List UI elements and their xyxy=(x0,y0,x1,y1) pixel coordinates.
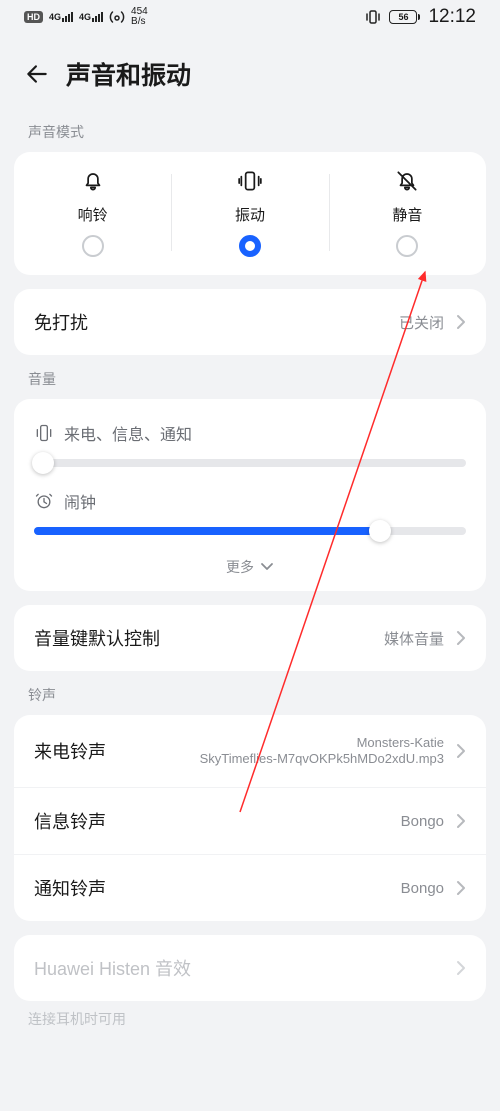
volume-more[interactable]: 更多 xyxy=(14,549,486,591)
chevron-right-icon xyxy=(456,960,466,976)
section-label-mode: 声音模式 xyxy=(0,108,500,152)
row-volkey[interactable]: 音量键默认控制 媒体音量 xyxy=(14,605,486,671)
message-value: Bongo xyxy=(401,813,444,830)
chevron-right-icon xyxy=(456,314,466,330)
ringtone-card: 来电铃声 Monsters-Katie SkyTimeflies-M7qvOKP… xyxy=(14,715,486,921)
message-label: 信息铃声 xyxy=(34,808,389,834)
page-header: 声音和振动 xyxy=(0,34,500,108)
vibrate-icon xyxy=(237,168,263,194)
chevron-down-icon xyxy=(260,562,274,572)
incoming-value: Monsters-Katie SkyTimeflies-M7qvOKPk5hMD… xyxy=(200,735,444,767)
sound-mode-card: 响铃 振动 静音 xyxy=(14,152,486,275)
radio-unselected xyxy=(396,235,418,257)
chevron-right-icon xyxy=(456,743,466,759)
volkey-label: 音量键默认控制 xyxy=(34,625,372,651)
row-incoming-ringtone[interactable]: 来电铃声 Monsters-Katie SkyTimeflies-M7qvOKP… xyxy=(14,715,486,787)
bell-off-icon xyxy=(394,168,420,194)
battery-icon: 56 xyxy=(389,10,420,24)
headphone-hint: 连接耳机时可用 xyxy=(0,1001,500,1039)
chevron-right-icon xyxy=(456,630,466,646)
notify-value: Bongo xyxy=(401,880,444,897)
radio-unselected xyxy=(82,235,104,257)
dnd-card: 免打扰 已关闭 xyxy=(14,289,486,355)
radio-selected xyxy=(239,235,261,257)
mode-vibrate-label: 振动 xyxy=(235,204,265,225)
mode-silent[interactable]: 静音 xyxy=(329,168,486,257)
alarm-icon xyxy=(34,491,54,511)
row-dnd[interactable]: 免打扰 已关闭 xyxy=(14,289,486,355)
row-message-ringtone[interactable]: 信息铃声 Bongo xyxy=(14,787,486,854)
page-title: 声音和振动 xyxy=(66,56,191,92)
section-label-ringtone: 铃声 xyxy=(0,671,500,715)
status-bar: HD 4G 4G 454 B/s 56 12:12 xyxy=(0,0,500,34)
vibrate-status-icon xyxy=(365,9,381,25)
bell-icon xyxy=(80,168,106,194)
hotspot-icon xyxy=(109,10,125,24)
mode-ring[interactable]: 响铃 xyxy=(14,168,171,257)
volume-calls-header: 来电、信息、通知 xyxy=(34,421,466,445)
notify-label: 通知铃声 xyxy=(34,875,389,901)
back-button[interactable] xyxy=(24,61,50,87)
histen-label: Huawei Histen 音效 xyxy=(34,955,444,981)
volume-alarm-header: 闹钟 xyxy=(34,489,466,513)
volkey-value: 媒体音量 xyxy=(384,628,444,649)
slider-alarm[interactable] xyxy=(34,527,466,535)
sim1-icon: 4G xyxy=(49,12,73,22)
phone-vibrate-icon xyxy=(34,423,54,443)
hd-badge: HD xyxy=(24,11,43,23)
volume-card: 来电、信息、通知 闹钟 更多 xyxy=(14,399,486,591)
net-speed: 454 B/s xyxy=(131,7,148,27)
dnd-label: 免打扰 xyxy=(34,309,387,335)
clock: 12:12 xyxy=(428,6,476,28)
histen-card: Huawei Histen 音效 xyxy=(14,935,486,1001)
row-histen: Huawei Histen 音效 xyxy=(14,935,486,1001)
row-notify-ringtone[interactable]: 通知铃声 Bongo xyxy=(14,854,486,921)
slider-calls[interactable] xyxy=(34,459,466,467)
mode-vibrate[interactable]: 振动 xyxy=(171,168,328,257)
chevron-right-icon xyxy=(456,813,466,829)
sim2-icon: 4G xyxy=(79,12,103,22)
mode-ring-label: 响铃 xyxy=(78,204,108,225)
chevron-right-icon xyxy=(456,880,466,896)
incoming-label: 来电铃声 xyxy=(34,738,188,764)
section-label-volume: 音量 xyxy=(0,355,500,399)
mode-silent-label: 静音 xyxy=(392,204,422,225)
volkey-card: 音量键默认控制 媒体音量 xyxy=(14,605,486,671)
dnd-value: 已关闭 xyxy=(399,312,444,333)
